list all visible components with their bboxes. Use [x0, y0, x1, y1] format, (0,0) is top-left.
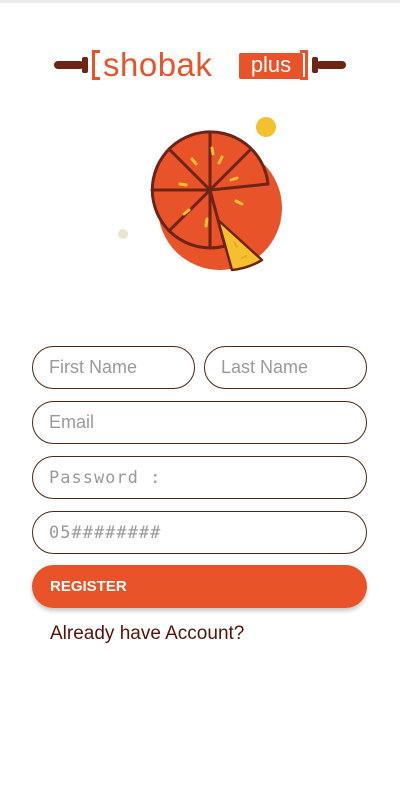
brand-name: shobak: [103, 46, 213, 83]
last-name-field[interactable]: [204, 346, 367, 389]
pizza-dot-yellow: [256, 117, 276, 137]
phone-field[interactable]: [32, 511, 367, 554]
status-bar-edge: [0, 0, 400, 3]
pizza-icon: [118, 117, 282, 272]
phone-input[interactable]: [33, 512, 366, 553]
brand-logo: shobak plus: [54, 46, 346, 86]
first-name-field[interactable]: [32, 346, 195, 389]
logo-bracket-left: [92, 50, 100, 80]
register-button[interactable]: REGISTER: [32, 565, 367, 608]
last-name-input[interactable]: [205, 347, 366, 388]
email-field[interactable]: [32, 401, 367, 444]
logo-knob-left: [82, 57, 88, 73]
logo-handle-left: [54, 61, 84, 69]
logo-handle-right: [316, 61, 346, 69]
login-link[interactable]: Already have Account?: [50, 623, 244, 645]
first-name-input[interactable]: [33, 347, 194, 388]
register-screen: shobak plus First Name Last Name Email P…: [0, 0, 400, 800]
pizza-dot-beige: [118, 229, 128, 239]
password-field[interactable]: [32, 456, 367, 499]
brand-badge: plus: [239, 53, 303, 79]
logo-bracket-right: [300, 50, 308, 80]
password-input[interactable]: [33, 457, 366, 498]
email-input[interactable]: [33, 402, 366, 443]
